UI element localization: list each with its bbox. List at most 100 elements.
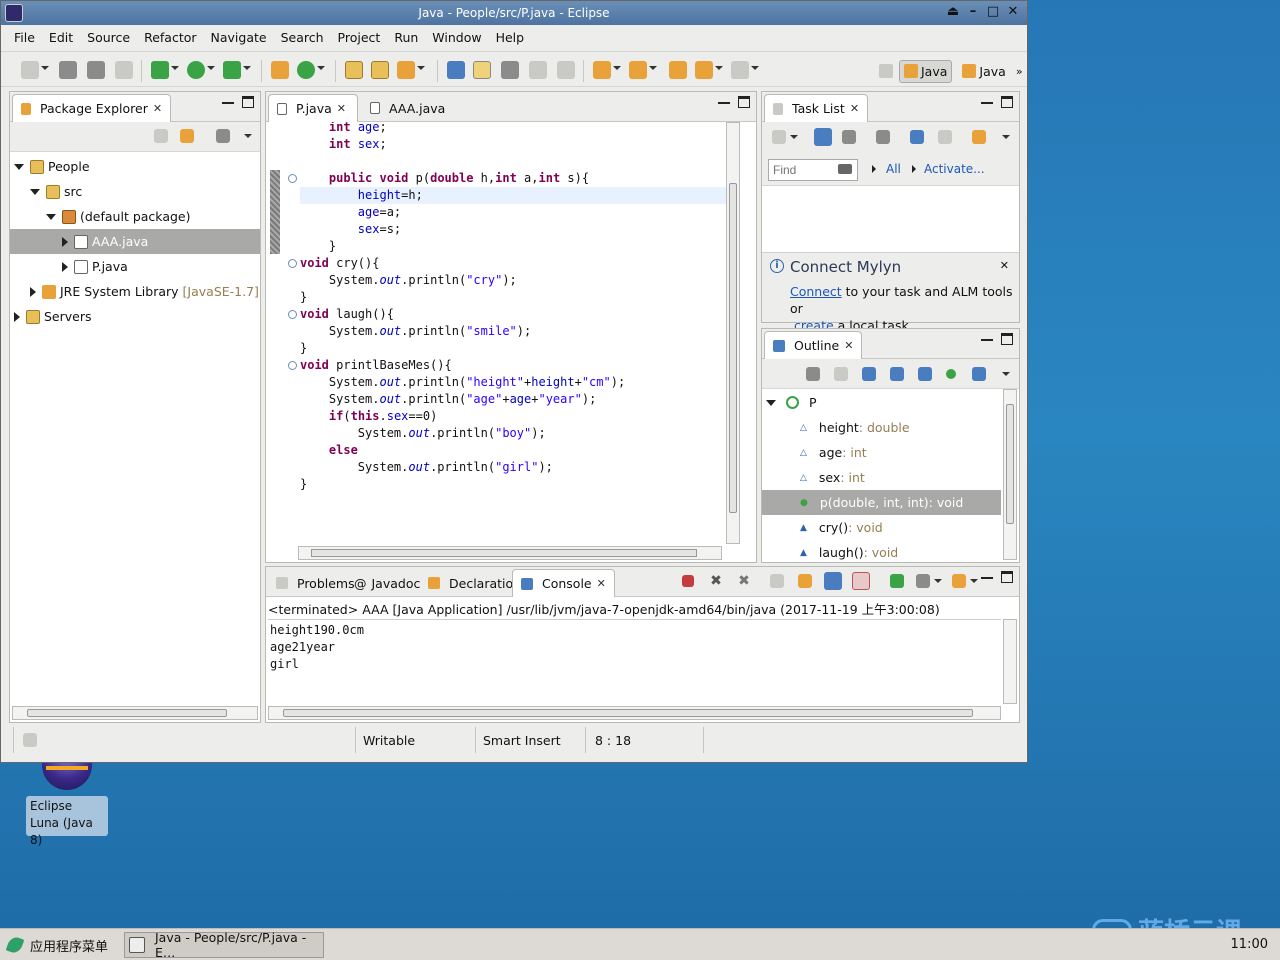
chevron-down-icon[interactable] [243,66,251,70]
code-line[interactable]: } [300,238,336,255]
collapse-all-icon[interactable] [154,129,168,143]
close-icon[interactable]: ✕ [850,102,859,115]
shade-button[interactable]: ⏏ [945,4,961,20]
minimize-icon[interactable] [718,98,730,104]
code-line[interactable]: if(this.sex==0) [300,408,437,425]
external-tools-icon[interactable] [223,61,241,79]
focus-icon[interactable] [216,129,230,143]
chevron-down-icon[interactable] [14,163,24,170]
open-type-icon[interactable] [345,61,363,79]
tab-package-explorer[interactable]: Package Explorer ✕ [12,94,172,122]
chevron-down-icon[interactable] [46,213,56,220]
toggle-breadcrumb-icon[interactable] [447,61,465,79]
tree-default-package[interactable]: (default package) [10,204,260,229]
menu-navigate[interactable]: Navigate [204,30,274,45]
back-icon[interactable] [695,61,713,79]
chevron-right-icon[interactable] [62,261,68,272]
code-line[interactable]: System.out.println("cry"); [300,272,517,289]
outline-member[interactable]: △ height : double [762,415,1001,440]
new-task-icon[interactable] [772,130,786,144]
tab-outline[interactable]: Outline ✕ [764,331,863,359]
outline-member[interactable]: ● p(double, int, int) : void [762,490,1001,515]
last-edit-location-icon[interactable] [669,61,687,79]
show-whitespace-icon[interactable] [557,61,575,79]
synchronize-icon[interactable] [972,130,986,144]
minimize-icon[interactable] [222,98,234,104]
chevron-down-icon[interactable] [766,399,776,406]
maximize-icon[interactable] [242,96,254,108]
start-menu-button[interactable]: 应用程序菜单 [5,933,108,957]
vertical-scrollbar[interactable] [726,122,740,544]
code-line[interactable]: System.out.println("boy"); [300,425,546,442]
close-icon[interactable]: ✕ [337,102,346,115]
code-line[interactable]: System.out.println("girl"); [300,459,553,476]
search-icon[interactable] [397,61,415,79]
tab-aaa-java[interactable]: AAA.java [362,94,453,122]
menu-file[interactable]: File [7,30,42,45]
menu-edit[interactable]: Edit [42,30,80,45]
maximize-button[interactable]: □ [985,4,1001,20]
code-line[interactable]: void cry(){ [300,255,379,272]
menu-help[interactable]: Help [489,30,532,45]
chevron-down-icon[interactable] [970,579,978,583]
remove-all-icon[interactable]: ✖ [736,573,752,589]
sort-icon[interactable] [862,367,876,381]
view-menu-icon[interactable] [244,134,252,138]
open-task-icon[interactable] [371,61,389,79]
chevron-right-icon[interactable] [62,236,68,247]
code-line[interactable]: void laugh(){ [300,306,394,323]
vertical-scrollbar[interactable] [1003,619,1017,704]
hide-non-public-icon[interactable] [946,369,956,379]
block-selection-icon[interactable] [501,61,519,79]
tab-p-java[interactable]: P.java ✕ [268,94,358,122]
code-line[interactable]: int age; [300,122,387,136]
remove-launch-icon[interactable]: ✖ [708,573,724,589]
maximize-icon[interactable] [1001,571,1013,583]
save-icon[interactable] [59,61,77,79]
chevron-down-icon[interactable] [934,579,942,583]
clear-icon[interactable] [838,164,852,174]
code-line[interactable]: } [300,340,307,357]
code-line[interactable]: void printlBaseMes(){ [300,357,452,374]
collapse-all-icon[interactable] [834,367,848,381]
fold-toggle-icon[interactable] [288,174,297,183]
code-area[interactable]: int age; int sex; public void p(double h… [266,122,728,544]
chevron-down-icon[interactable] [790,135,798,139]
fold-toggle-icon[interactable] [288,361,297,370]
scroll-lock-icon[interactable] [798,574,812,588]
perspective-java-active[interactable]: Java [899,59,953,83]
menu-source[interactable]: Source [80,30,137,45]
close-button[interactable]: ✕ [1005,4,1021,20]
next-annotation-icon[interactable] [593,61,611,79]
new-icon[interactable] [21,61,39,79]
tree-servers[interactable]: Servers [10,304,260,329]
outline-class-p[interactable]: P [762,390,1001,415]
outline-member[interactable]: ▲ laugh() : void [762,540,1001,565]
focus-icon[interactable] [876,130,890,144]
chevron-down-icon[interactable] [171,66,179,70]
maximize-icon[interactable] [1001,96,1013,108]
taskbar-window-button[interactable]: Java - People/src/P.java - E… [124,930,324,960]
print-icon[interactable] [115,61,133,79]
show-on-output-icon[interactable] [824,572,842,590]
tree-file-aaa[interactable]: AAA.java [10,229,260,254]
console-output[interactable]: height190.0cm age21year girl [268,619,1001,704]
chevron-down-icon[interactable] [317,66,325,70]
maximize-icon[interactable] [738,96,750,108]
code-line[interactable]: System.out.println("age"+age+"year"); [300,391,596,408]
code-line[interactable]: age=a; [300,204,401,221]
previous-annotation-icon[interactable] [629,61,647,79]
clear-console-icon[interactable] [770,574,784,588]
code-line[interactable]: public void p(double h,int a,int s){ [300,170,589,187]
terminate-icon[interactable] [682,575,694,587]
close-icon[interactable]: ✕ [153,102,162,115]
tab-task-list[interactable]: Task List ✕ [764,94,869,122]
tree-project-people[interactable]: People [10,154,260,179]
code-line[interactable]: System.out.println("smile"); [300,323,531,340]
chevron-right-icon[interactable] [30,286,36,297]
chevron-down-icon[interactable] [41,66,49,70]
open-console-icon[interactable] [952,574,966,588]
new-class-icon[interactable] [297,61,315,79]
vertical-scrollbar[interactable] [1003,389,1017,560]
menu-run[interactable]: Run [387,30,425,45]
